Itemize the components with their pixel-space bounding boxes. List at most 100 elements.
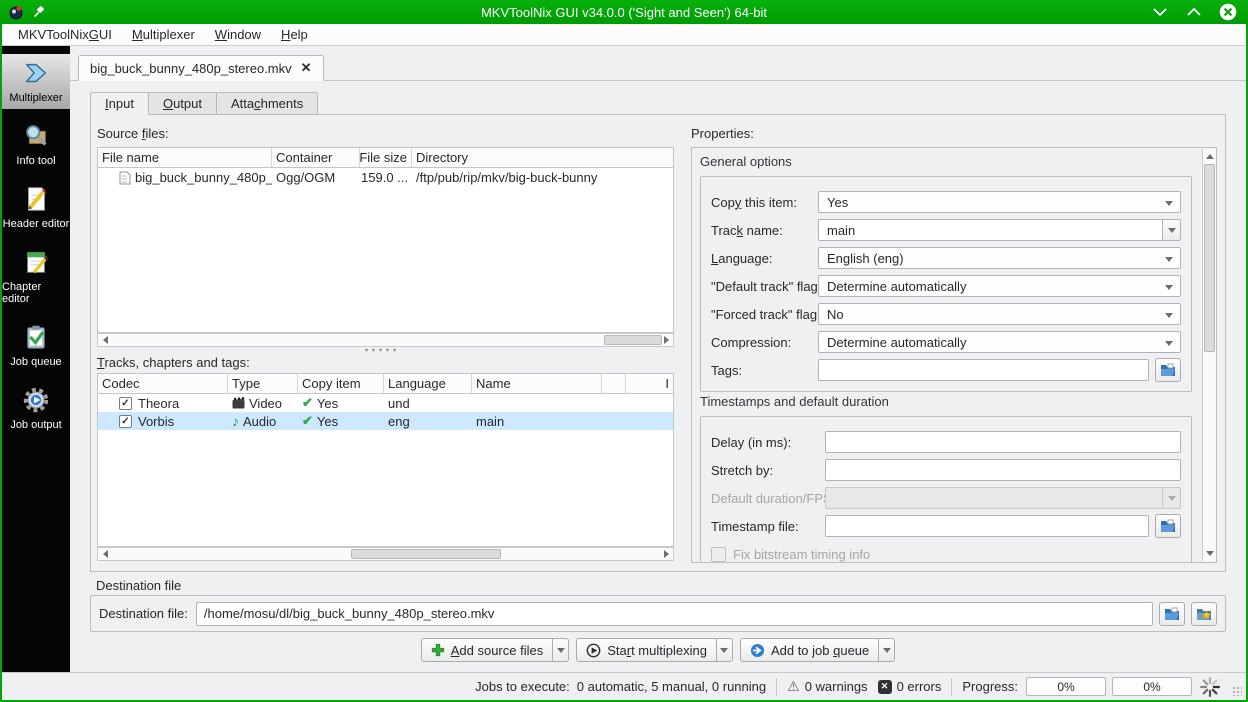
sidebar-item-header-editor[interactable]: Header editor <box>2 180 70 235</box>
dropdown-arrow-icon <box>1167 495 1176 501</box>
dropdown-arrow-icon <box>1165 313 1173 318</box>
track-row-audio[interactable]: ✓ Vorbis ♪ Audio ✔ Yes eng main <box>98 412 673 430</box>
pin-icon[interactable] <box>32 5 46 19</box>
stretch-by-label: Stretch by: <box>711 462 774 478</box>
menu-mkvtoolnix-gui[interactable]: MKVToolNix G UI <box>8 24 122 46</box>
tab-input[interactable]: Input <box>90 92 149 115</box>
fix-bitstream-label: Fix bitstream timing info <box>733 546 871 562</box>
source-files-hscrollbar[interactable] <box>97 333 674 347</box>
info-tool-icon <box>21 121 51 154</box>
file-tab[interactable]: big_buck_bunny_480p_stereo.mkv ✕ <box>78 55 324 81</box>
menu-help[interactable]: Help <box>271 24 318 46</box>
app-window: MKVToolNix GUI v34.0.0 ('Sight and Seen'… <box>0 0 1248 702</box>
sidebar-item-job-output[interactable]: Job output <box>2 381 70 436</box>
file-tab-close-icon[interactable]: ✕ <box>301 60 312 76</box>
destination-favorites-button[interactable] <box>1191 601 1217 626</box>
col-codec[interactable]: Codec <box>98 374 228 393</box>
col-copy-item[interactable]: Copy item <box>298 374 384 393</box>
destination-group-title: Destination file <box>96 578 182 593</box>
add-source-files-splitbutton: Add source files <box>420 638 570 662</box>
maximize-button[interactable] <box>1184 2 1204 22</box>
tab-attachments[interactable]: Atta c hments <box>215 92 319 115</box>
add-source-files-button[interactable]: Add source files <box>420 638 554 662</box>
tags-input[interactable] <box>818 359 1149 381</box>
delay-input[interactable] <box>825 431 1181 453</box>
errors-count: 0 errors <box>896 679 942 694</box>
col-type[interactable]: Type <box>228 374 298 393</box>
destination-file-input[interactable] <box>195 601 1153 626</box>
dropdown-arrow-icon <box>1165 257 1173 262</box>
col-empty[interactable] <box>602 374 626 393</box>
properties-vscrollbar[interactable] <box>1202 149 1216 561</box>
col-directory[interactable]: Directory <box>412 148 673 167</box>
col-id[interactable]: I <box>626 374 673 393</box>
col-name[interactable]: Name <box>472 374 602 393</box>
timestamp-file-browse-button[interactable] <box>1155 514 1181 538</box>
action-button-row: Add source files Start multiplexing Add … <box>70 638 1246 662</box>
tool-sidebar: Multiplexer Info tool Header editor Chap… <box>2 46 70 672</box>
file-icon <box>119 171 131 185</box>
destination-browse-button[interactable] <box>1159 601 1185 626</box>
sidebar-item-chapter-editor[interactable]: Chapter editor <box>2 243 70 310</box>
add-to-job-queue-dropdown[interactable] <box>879 638 896 662</box>
tracks-hscroll-thumb[interactable] <box>351 549 501 559</box>
splitter-handle[interactable] <box>363 348 397 352</box>
add-to-job-queue-button[interactable]: Add to job queue <box>739 638 880 662</box>
start-multiplexing-dropdown[interactable] <box>716 638 733 662</box>
col-language[interactable]: Language <box>384 374 472 393</box>
tags-browse-button[interactable] <box>1155 358 1181 382</box>
header-editor-icon <box>21 184 51 217</box>
properties-vscroll-thumb[interactable] <box>1204 164 1215 352</box>
copy-yes-icon: ✔ <box>302 413 313 428</box>
content-area: big_buck_bunny_480p_stereo.mkv ✕ Input O… <box>70 46 1246 672</box>
copy-this-item-select[interactable]: Yes <box>818 191 1181 213</box>
language-select[interactable]: English (eng) <box>818 247 1181 269</box>
timestamps-group: Timestamps and default duration Delay (i… <box>700 394 1192 562</box>
track-name-combo[interactable]: main <box>818 219 1181 241</box>
language-label: Language: <box>711 250 773 266</box>
menu-multiplexer[interactable]: Multiplexer <box>122 24 205 46</box>
start-multiplexing-splitbutton: Start multiplexing <box>576 638 733 662</box>
track-enabled-checkbox[interactable]: ✓ <box>119 396 132 410</box>
track-enabled-checkbox[interactable]: ✓ <box>119 414 132 428</box>
forced-track-flag-label: "Forced track" flag: <box>711 306 821 322</box>
tracks-label: Tracks, chapters and tags: <box>97 355 250 370</box>
sidebar-item-info-tool[interactable]: Info tool <box>2 117 70 172</box>
app-logo-icon[interactable] <box>8 4 24 20</box>
minimize-button[interactable] <box>1150 2 1170 22</box>
add-source-files-dropdown[interactable] <box>553 638 570 662</box>
col-file-name[interactable]: File name <box>98 148 272 167</box>
window-title: MKVToolNix GUI v34.0.0 ('Sight and Seen'… <box>480 4 768 20</box>
start-multiplexing-button[interactable]: Start multiplexing <box>576 638 717 662</box>
warnings-count: 0 warnings <box>804 679 868 694</box>
source-file-row[interactable]: big_buck_bunny_480p_... Ogg/OGM 159.0 ..… <box>98 168 673 187</box>
progress-label: Progress: <box>962 679 1018 694</box>
default-track-flag-select[interactable]: Determine automatically <box>818 275 1181 297</box>
dropdown-arrow-icon <box>1165 201 1173 206</box>
resize-grip[interactable] <box>1232 686 1242 696</box>
jobs-to-execute-label: Jobs to execute: <box>475 679 570 694</box>
compression-select[interactable]: Determine automatically <box>818 331 1181 353</box>
progress-bar-total: 0% <box>1112 677 1192 696</box>
source-files-hscroll-thumb[interactable] <box>604 335 662 345</box>
forced-track-flag-select[interactable]: No <box>818 303 1181 325</box>
timestamp-file-input[interactable] <box>825 515 1149 537</box>
menu-window[interactable]: Window <box>205 24 271 46</box>
track-name-dropdown-button[interactable] <box>1162 219 1181 241</box>
default-duration-dropdown-button <box>1162 487 1181 509</box>
track-row-video[interactable]: ✓ Theora Video ✔ Yes und <box>98 394 673 412</box>
general-options-group: General options Copy this item: Yes Trac… <box>700 154 1192 392</box>
properties-label: Properties: <box>691 126 754 141</box>
tracks-hscrollbar[interactable] <box>97 547 674 561</box>
stretch-by-input[interactable] <box>825 459 1181 481</box>
close-button[interactable] <box>1218 2 1238 22</box>
compression-label: Compression: <box>711 334 792 350</box>
sidebar-item-multiplexer[interactable]: Multiplexer <box>2 54 70 109</box>
destination-group: Destination file Destination file: <box>90 578 1226 632</box>
col-file-size[interactable]: File size <box>360 148 412 167</box>
col-container[interactable]: Container <box>272 148 360 167</box>
sidebar-item-job-queue[interactable]: Job queue <box>2 318 70 373</box>
destination-file-label: Destination file: <box>99 606 188 621</box>
tab-output[interactable]: Output <box>147 92 217 115</box>
chapter-editor-icon <box>21 247 51 280</box>
